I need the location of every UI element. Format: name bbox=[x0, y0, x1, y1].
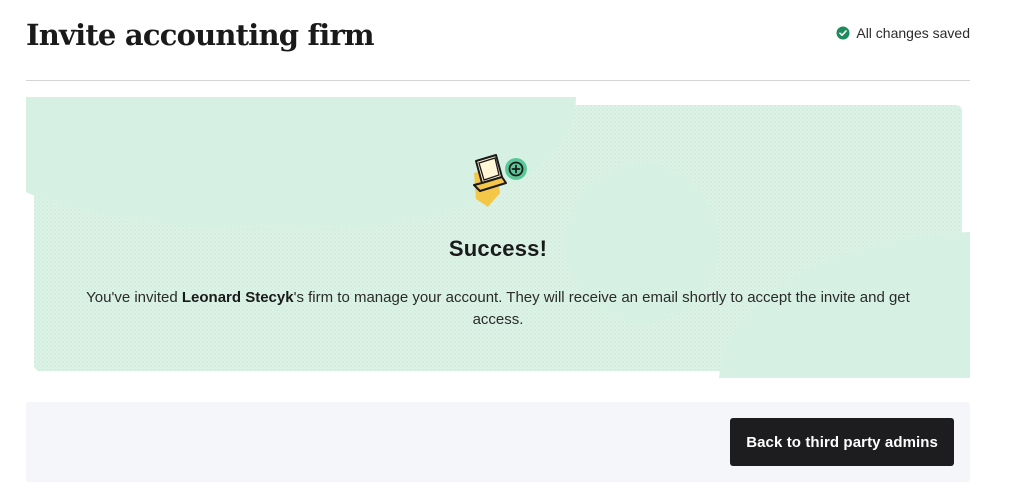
invitee-name: Leonard Stecyk bbox=[181, 289, 294, 306]
check-circle-icon bbox=[836, 26, 850, 40]
footer-actions: Back to third party admins bbox=[26, 402, 970, 482]
back-to-third-party-admins-button[interactable]: Back to third party admins bbox=[730, 418, 954, 466]
laptop-add-icon bbox=[466, 153, 530, 214]
message-prefix: You've invited bbox=[86, 289, 182, 306]
success-message: You've invited Leonard Stecyk's firm to … bbox=[78, 287, 918, 331]
page-title: Invite accounting firm bbox=[26, 18, 375, 52]
success-panel: Success! You've invited Leonard Stecyk's… bbox=[26, 97, 970, 378]
header-divider bbox=[26, 80, 970, 81]
save-status-label: All changes saved bbox=[856, 25, 970, 41]
save-status: All changes saved bbox=[836, 24, 970, 42]
message-suffix: 's firm to manage your account. They wil… bbox=[293, 289, 910, 328]
success-title: Success! bbox=[448, 236, 548, 261]
